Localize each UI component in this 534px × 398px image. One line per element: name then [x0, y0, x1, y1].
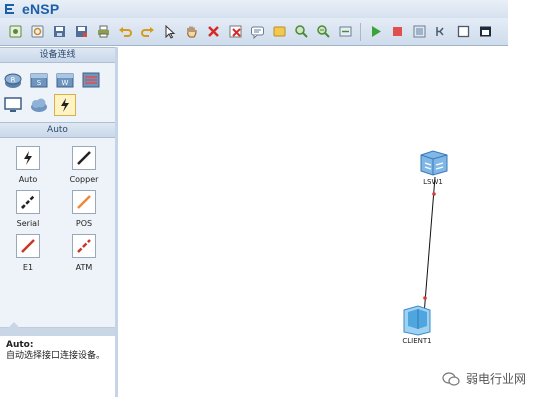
pan-hand-icon[interactable] [182, 22, 201, 41]
device-panel: 设备连线 R S W Auto Auto Copper Serial POS E… [0, 47, 118, 398]
cable-label: Copper [69, 175, 99, 184]
undo-icon[interactable] [116, 22, 135, 41]
cable-section-header: Auto [0, 122, 115, 138]
cable-label: E1 [22, 263, 34, 272]
description-title: Auto: [6, 340, 34, 350]
pos-cable-icon[interactable] [72, 190, 96, 214]
watermark-text: 弱电行业网 [465, 372, 526, 386]
description-text: 自动选择接口连接设备。 [6, 351, 106, 361]
device-category-grid: R S W [0, 63, 114, 116]
topology-canvas[interactable]: LSW1 CLIENT1 弱电行业网 [118, 47, 534, 397]
delete-icon[interactable] [204, 22, 223, 41]
zoom-in-icon[interactable] [292, 22, 311, 41]
window-icon[interactable] [454, 22, 473, 41]
node-lsw1[interactable]: LSW1 [417, 149, 449, 186]
router-category-icon[interactable]: R [2, 69, 24, 91]
connection-category-icon[interactable] [54, 94, 76, 116]
node-client1[interactable]: CLIENT1 [400, 302, 434, 345]
port-status-dot [432, 192, 436, 196]
copper-cable-icon[interactable] [72, 146, 96, 170]
wechat-icon [442, 371, 460, 386]
switch-category-icon[interactable]: S [28, 69, 50, 91]
cable-copper[interactable]: Copper [56, 146, 112, 187]
pc-category-icon[interactable] [2, 94, 24, 116]
node-label: LSW1 [423, 178, 443, 186]
title-bar: eNSP [0, 0, 508, 18]
client-device-icon[interactable] [400, 302, 434, 336]
description-header [0, 322, 115, 336]
link-layer [423, 176, 436, 316]
select-icon[interactable] [160, 22, 179, 41]
cable-e1[interactable]: E1 [0, 234, 56, 275]
toolbar [0, 18, 508, 46]
device-section-header: 设备连线 [0, 47, 115, 63]
zoom-out-icon[interactable] [314, 22, 333, 41]
cable-pos[interactable]: POS [56, 190, 112, 231]
port-status-dot [423, 296, 427, 300]
save-as-icon[interactable] [72, 22, 91, 41]
switch-device-icon[interactable] [417, 149, 449, 177]
ensp-logo-icon [4, 2, 20, 16]
node-label: CLIENT1 [402, 337, 432, 345]
wlan-category-icon[interactable]: W [54, 69, 76, 91]
auto-cable-icon[interactable] [16, 146, 40, 170]
text-icon[interactable] [248, 22, 267, 41]
open-icon[interactable] [28, 22, 47, 41]
cable-grid: Auto Copper Serial POS E1 ATM [0, 138, 115, 275]
toolbar-separator [360, 22, 361, 41]
cable-label: ATM [75, 263, 93, 272]
cable-auto[interactable]: Auto [0, 146, 56, 187]
svg-text:S: S [37, 79, 42, 87]
start-icon[interactable] [366, 22, 385, 41]
exit-icon[interactable] [476, 22, 495, 41]
capture-icon[interactable] [410, 22, 429, 41]
delete-all-icon[interactable] [226, 22, 245, 41]
cable-atm[interactable]: ATM [56, 234, 112, 275]
palette-icon[interactable] [270, 22, 289, 41]
cable-label: Auto [18, 175, 38, 184]
print-icon[interactable] [94, 22, 113, 41]
watermark: 弱电行业网 [442, 370, 526, 387]
atm-cable-icon[interactable] [72, 234, 96, 258]
fit-icon[interactable] [336, 22, 355, 41]
svg-text:R: R [11, 76, 16, 84]
description-box: Auto: 自动选择接口连接设备。 [0, 322, 115, 398]
cable-serial[interactable]: Serial [0, 190, 56, 231]
redo-icon[interactable] [138, 22, 157, 41]
cloud-category-icon[interactable] [28, 94, 50, 116]
e1-cable-icon[interactable] [16, 234, 40, 258]
app-title: eNSP [22, 1, 60, 17]
link-lsw1-client1 [423, 176, 436, 316]
save-icon[interactable] [50, 22, 69, 41]
svg-text:W: W [62, 79, 69, 87]
console-icon[interactable] [432, 22, 451, 41]
new-topology-icon[interactable] [6, 22, 25, 41]
firewall-category-icon[interactable] [80, 69, 102, 91]
serial-cable-icon[interactable] [16, 190, 40, 214]
cable-label: POS [75, 219, 93, 228]
cable-label: Serial [16, 219, 40, 228]
stop-icon[interactable] [388, 22, 407, 41]
